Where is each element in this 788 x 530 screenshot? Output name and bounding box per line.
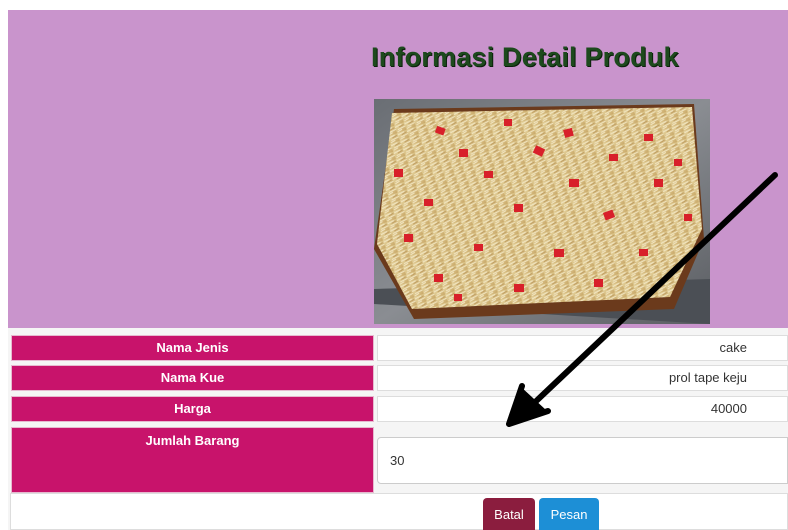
label-nama-kue: Nama Kue xyxy=(11,365,374,391)
label-jumlah-barang: Jumlah Barang xyxy=(11,427,374,493)
value-harga: 40000 xyxy=(377,396,788,422)
cancel-button[interactable]: Batal xyxy=(483,498,535,530)
action-row xyxy=(10,493,788,530)
quantity-field-wrapper xyxy=(377,437,788,484)
value-nama-jenis: cake xyxy=(377,335,788,361)
product-image xyxy=(374,99,710,324)
page-title: Informasi Detail Produk xyxy=(371,42,679,72)
label-nama-jenis: Nama Jenis xyxy=(11,335,374,361)
label-harga: Harga xyxy=(11,396,374,422)
quantity-input[interactable] xyxy=(378,438,787,483)
value-nama-kue: prol tape keju xyxy=(377,365,788,391)
order-button[interactable]: Pesan xyxy=(539,498,599,530)
